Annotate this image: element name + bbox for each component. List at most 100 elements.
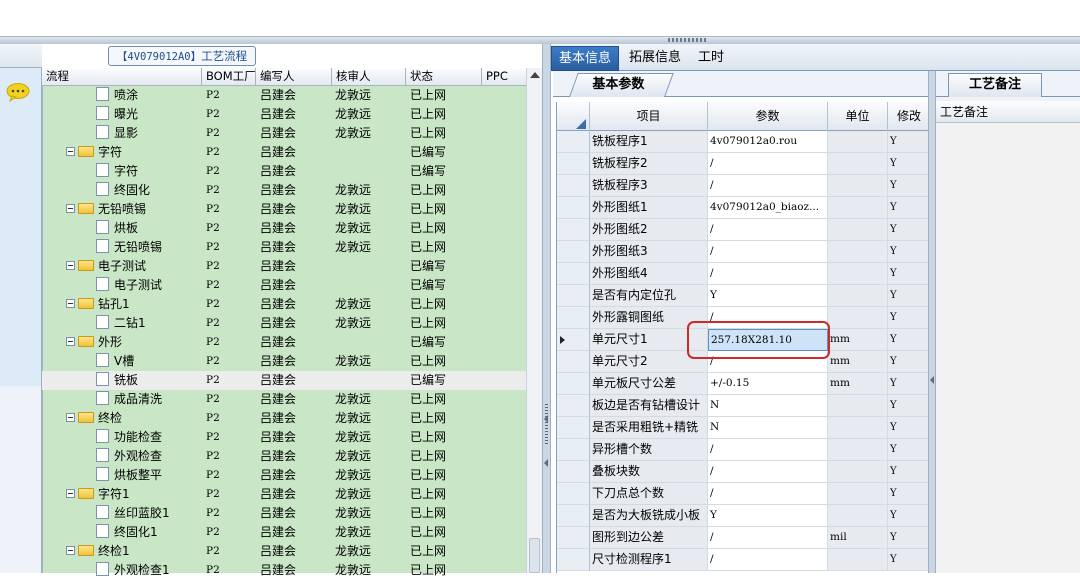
tree-node[interactable]: V槽 <box>96 352 134 371</box>
grid-row[interactable]: 外形图纸1 4v079012a0_biaoz... Y <box>557 197 930 219</box>
tab-hours[interactable]: 工时 <box>691 46 731 71</box>
unit-cell[interactable] <box>828 307 888 329</box>
tree-row[interactable]: 无铅喷锡 P2 吕建会 龙敦远 已上网 <box>42 238 526 257</box>
row-header[interactable] <box>557 549 590 571</box>
col-reviewer[interactable]: 核审人 <box>332 68 406 86</box>
tree-node[interactable]: 钻孔1 <box>66 295 130 314</box>
tree-row[interactable]: 二钻1 P2 吕建会 龙敦远 已上网 <box>42 314 526 333</box>
modify-cell[interactable]: Y <box>888 351 930 373</box>
collapse-toggle-icon[interactable] <box>66 413 75 422</box>
tree-row[interactable]: 功能检查 P2 吕建会 龙敦远 已上网 <box>42 428 526 447</box>
unit-cell[interactable] <box>828 219 888 241</box>
param-cell[interactable]: Y <box>708 285 828 307</box>
row-header[interactable] <box>557 197 590 219</box>
grid-row[interactable]: 是否为大板铣成小板 Y Y <box>557 505 930 527</box>
col-param[interactable]: 参数 <box>708 102 828 131</box>
modify-cell[interactable]: Y <box>888 373 930 395</box>
tab-process-notes[interactable]: 工艺备注 <box>948 73 1042 97</box>
row-header[interactable] <box>557 175 590 197</box>
tree-row[interactable]: 喷涂 P2 吕建会 龙敦远 已上网 <box>42 86 526 105</box>
tree-node[interactable]: 终检 <box>66 409 122 428</box>
modify-cell[interactable]: Y <box>888 395 930 417</box>
tab-extended-info[interactable]: 拓展信息 <box>622 46 688 71</box>
grid-row[interactable]: 是否有内定位孔 Y Y <box>557 285 930 307</box>
param-cell[interactable]: Y <box>708 505 828 527</box>
tree-node[interactable]: 喷涂 <box>96 86 138 105</box>
param-cell[interactable]: +/-0.15 <box>708 373 828 395</box>
param-cell[interactable]: / <box>708 483 828 505</box>
param-cell[interactable]: / <box>708 263 828 285</box>
tree-node[interactable]: 终固化1 <box>96 523 158 542</box>
tree-node[interactable]: 电子测试 <box>96 276 162 295</box>
modify-cell[interactable]: Y <box>888 461 930 483</box>
tree-row[interactable]: 终固化 P2 吕建会 龙敦远 已上网 <box>42 181 526 200</box>
tree-row[interactable]: 字符 P2 吕建会 已编写 <box>42 143 526 162</box>
tree-row[interactable]: 终检1 P2 吕建会 龙敦远 已上网 <box>42 542 526 561</box>
tree-node[interactable]: 烘板整平 <box>96 466 162 485</box>
tree-node[interactable]: 外观检查 <box>96 447 162 466</box>
tree-row[interactable]: 电子测试 P2 吕建会 已编写 <box>42 276 526 295</box>
col-flow[interactable]: 流程 <box>42 68 202 86</box>
tree-row[interactable]: 终检 P2 吕建会 龙敦远 已上网 <box>42 409 526 428</box>
right-splitter[interactable] <box>928 71 936 573</box>
tree-row[interactable]: 显影 P2 吕建会 龙敦远 已上网 <box>42 124 526 143</box>
row-header[interactable] <box>557 351 590 373</box>
col-bom[interactable]: BOM工厂 <box>202 68 256 86</box>
modify-cell[interactable]: Y <box>888 175 930 197</box>
col-modify[interactable]: 修改 <box>888 102 930 131</box>
param-cell[interactable]: / <box>708 461 828 483</box>
param-cell[interactable]: / <box>708 241 828 263</box>
modify-cell[interactable]: Y <box>888 505 930 527</box>
unit-cell[interactable] <box>828 153 888 175</box>
collapse-toggle-icon[interactable] <box>66 261 75 270</box>
tab-basic-params[interactable]: 基本参数 <box>569 73 674 97</box>
unit-cell[interactable]: mm <box>828 373 888 395</box>
collapse-icon[interactable] <box>930 376 934 384</box>
unit-cell[interactable] <box>828 439 888 461</box>
row-header[interactable] <box>557 483 590 505</box>
modify-cell[interactable]: Y <box>888 549 930 571</box>
row-header[interactable] <box>557 395 590 417</box>
tree-row[interactable]: 无铅喷锡 P2 吕建会 龙敦远 已上网 <box>42 200 526 219</box>
tree-row[interactable]: 铣板 P2 吕建会 已编写 <box>42 371 526 390</box>
row-header[interactable] <box>557 285 590 307</box>
param-cell[interactable]: / <box>708 175 828 197</box>
unit-cell[interactable] <box>828 395 888 417</box>
modify-cell[interactable]: Y <box>888 439 930 461</box>
grid-row[interactable]: 异形槽个数 / Y <box>557 439 930 461</box>
row-header[interactable] <box>557 505 590 527</box>
tab-basic-info[interactable]: 基本信息 <box>551 46 620 71</box>
collapse-toggle-icon[interactable] <box>66 299 75 308</box>
unit-cell[interactable]: mm <box>828 329 888 351</box>
modify-cell[interactable]: Y <box>888 307 930 329</box>
grid-row[interactable]: 铣板程序2/ Y <box>557 153 930 175</box>
row-header[interactable] <box>557 373 590 395</box>
tree-node[interactable]: 外观检查1 <box>96 561 170 580</box>
grid-row[interactable]: 尺寸检测程序1/ Y <box>557 549 930 571</box>
grid-row[interactable]: 外形图纸2/ Y <box>557 219 930 241</box>
param-cell[interactable]: / <box>708 153 828 175</box>
modify-cell[interactable]: Y <box>888 329 930 351</box>
row-header[interactable] <box>557 263 590 285</box>
grid-row[interactable]: 铣板程序1 4v079012a0.rou Y <box>557 131 930 153</box>
param-cell[interactable]: / <box>708 549 828 571</box>
tree-node[interactable]: 无铅喷锡 <box>96 238 162 257</box>
col-item[interactable]: 项目 <box>590 102 708 131</box>
collapse-toggle-icon[interactable] <box>66 204 75 213</box>
modify-cell[interactable]: Y <box>888 241 930 263</box>
row-header[interactable] <box>557 439 590 461</box>
unit-cell[interactable] <box>828 417 888 439</box>
unit-cell[interactable] <box>828 285 888 307</box>
param-cell[interactable]: 4v079012a0.rou <box>708 131 828 153</box>
tree-row[interactable]: 外观检查1 P2 吕建会 龙敦远 已上网 <box>42 561 526 580</box>
col-status[interactable]: 状态 <box>406 68 482 86</box>
modify-cell[interactable]: Y <box>888 285 930 307</box>
tree-row[interactable]: V槽 P2 吕建会 龙敦远 已上网 <box>42 352 526 371</box>
unit-cell[interactable] <box>828 461 888 483</box>
tree-node[interactable]: 字符 <box>66 143 122 162</box>
row-header[interactable] <box>557 307 590 329</box>
splitter-grip[interactable] <box>668 38 708 42</box>
tree-node[interactable]: 成品清洗 <box>96 390 162 409</box>
param-cell[interactable]: N <box>708 417 828 439</box>
row-header[interactable] <box>557 417 590 439</box>
